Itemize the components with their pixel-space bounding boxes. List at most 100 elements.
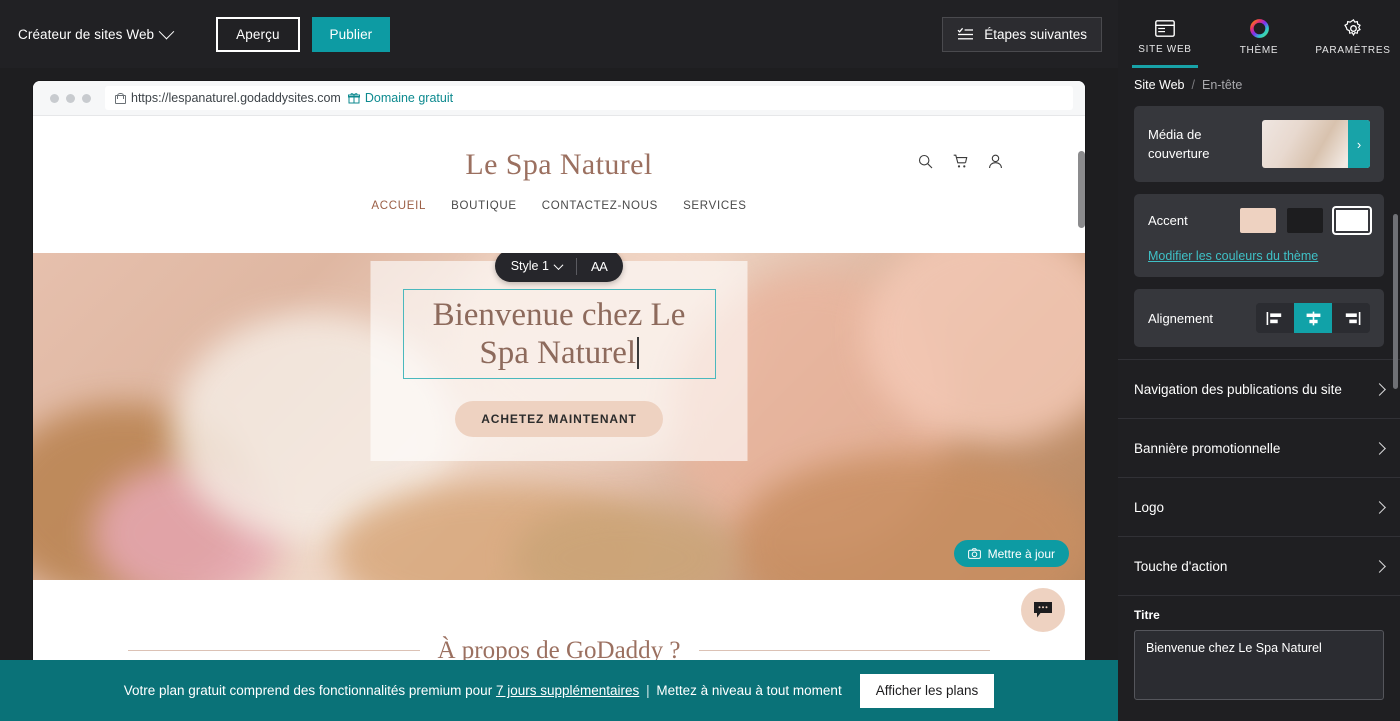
chevron-down-icon	[553, 259, 564, 270]
text-style-toolbar: Style 1 AA	[494, 253, 624, 282]
section-label: Logo	[1134, 499, 1165, 515]
search-icon[interactable]	[918, 154, 933, 169]
hero-title-edit-box[interactable]: Bienvenue chez Le Spa Naturel	[402, 289, 716, 379]
sidebar-tabs: SITE WEB THÈME PARAMÈTRES	[1118, 0, 1400, 68]
cover-media-thumbnail[interactable]: ›	[1261, 120, 1370, 168]
preview-scrollbar-thumb[interactable]	[1078, 151, 1085, 228]
site-nav: ACCUEIL BOUTIQUE CONTACTEZ-NOUS SERVICES	[371, 200, 746, 212]
title-field-label: Titre	[1134, 608, 1160, 622]
promo-message: Votre plan gratuit comprend des fonction…	[124, 683, 842, 698]
editor-area: Créateur de sites Web Aperçu Publier Éta…	[0, 0, 1118, 721]
alignment-button-group	[1256, 303, 1370, 333]
sidebar-accordion: Navigation des publications du site Bann…	[1118, 359, 1400, 596]
tab-theme[interactable]: THÈME	[1212, 0, 1306, 68]
site-nav-item-contactez-nous[interactable]: CONTACTEZ-NOUS	[542, 200, 658, 212]
breadcrumb-separator: /	[1191, 78, 1195, 92]
style-selector[interactable]: Style 1	[510, 259, 564, 273]
edit-theme-colors-link[interactable]: Modifier les couleurs du thème	[1148, 249, 1370, 263]
preview-scrollbar[interactable]	[1078, 151, 1085, 721]
breadcrumb-current: En-tête	[1201, 78, 1243, 92]
toolbar-right-group: Étapes suivantes	[942, 16, 1102, 52]
site-nav-item-boutique[interactable]: BOUTIQUE	[451, 200, 517, 212]
align-left-button[interactable]	[1256, 303, 1294, 333]
camera-icon	[967, 548, 981, 559]
cover-media-card: Média de couverture ›	[1134, 106, 1384, 182]
window-dot	[66, 93, 75, 103]
promo-text-after: Mettez à niveau à tout moment	[656, 683, 842, 698]
promo-days-link[interactable]: 7 jours supplémentaires	[496, 683, 639, 698]
section-touche-daction[interactable]: Touche d'action	[1118, 537, 1400, 596]
align-center-button[interactable]	[1294, 303, 1332, 333]
accent-row: Accent	[1148, 208, 1370, 233]
section-banniere-promotionnelle[interactable]: Bannière promotionnelle	[1118, 419, 1400, 478]
update-label: Mettre à jour	[987, 546, 1055, 561]
accent-swatches	[1240, 208, 1370, 233]
checklist-icon	[957, 27, 974, 41]
free-domain-link[interactable]: Domaine gratuit	[347, 91, 453, 105]
chat-bubble-icon	[1033, 601, 1053, 619]
hero-section: Style 1 AA Bienvenue chez Le Spa Naturel…	[33, 253, 1085, 580]
alignment-card: Alignement	[1134, 289, 1384, 347]
chevron-right-icon	[1373, 441, 1386, 455]
cart-icon[interactable]	[953, 154, 968, 169]
sidebar-scrollbar-thumb[interactable]	[1393, 214, 1398, 389]
tab-site-web-label: SITE WEB	[1138, 43, 1192, 55]
hero-title: Bienvenue chez Le Spa Naturel	[432, 297, 686, 371]
style-label: Style 1	[510, 259, 549, 273]
sidebar-scrollbar[interactable]	[1393, 214, 1398, 721]
align-right-button[interactable]	[1332, 303, 1370, 333]
section-navigation-publications[interactable]: Navigation des publications du site	[1118, 360, 1400, 419]
section-label: Bannière promotionnelle	[1134, 440, 1281, 456]
browser-mock: https://lespanaturel.godaddysites.com Do…	[33, 81, 1085, 721]
chat-widget-button[interactable]	[1021, 588, 1065, 632]
hero-cta-button[interactable]: ACHETEZ MAINTENANT	[455, 401, 663, 437]
window-dot	[50, 93, 59, 103]
accent-swatch-peach[interactable]	[1240, 208, 1276, 233]
cover-media-row: Média de couverture ›	[1148, 120, 1370, 168]
site-nav-item-services[interactable]: SERVICES	[683, 200, 747, 212]
window-control-dots	[50, 93, 91, 103]
hero-title-text-wrapper: Bienvenue chez Le Spa Naturel	[412, 296, 707, 372]
publish-button[interactable]: Publier	[311, 16, 391, 52]
chevron-right-icon	[1373, 382, 1386, 396]
chevron-right-icon	[1373, 559, 1386, 573]
brand-label: Créateur de sites Web	[18, 26, 155, 42]
account-icon[interactable]	[988, 154, 1003, 169]
breadcrumb-root[interactable]: Site Web	[1134, 78, 1185, 92]
app-root: Créateur de sites Web Aperçu Publier Éta…	[0, 0, 1400, 721]
section-label: Touche d'action	[1134, 558, 1228, 574]
title-field-input[interactable]	[1134, 630, 1384, 700]
tab-theme-label: THÈME	[1239, 44, 1279, 56]
alignment-row: Alignement	[1148, 303, 1370, 333]
chevron-down-icon	[158, 23, 175, 39]
site-nav-item-accueil[interactable]: ACCUEIL	[371, 200, 426, 212]
chevron-right-icon	[1373, 500, 1386, 514]
tab-site-web[interactable]: SITE WEB	[1118, 0, 1212, 68]
chevron-right-icon[interactable]: ›	[1348, 120, 1370, 168]
site-preview: Le Spa Naturel ACCUEIL BOUTIQUE CONTACTE…	[33, 116, 1085, 721]
view-plans-button[interactable]: Afficher les plans	[859, 673, 995, 708]
accent-label: Accent	[1148, 213, 1188, 228]
right-sidebar: SITE WEB THÈME PARAMÈTRES Site Web / En-…	[1118, 0, 1400, 721]
tab-parametres-label: PARAMÈTRES	[1315, 44, 1391, 56]
promo-separator: |	[646, 683, 650, 698]
site-header-icons	[918, 154, 1003, 169]
text-caret	[637, 337, 639, 369]
tab-parametres[interactable]: PARAMÈTRES	[1306, 0, 1400, 68]
font-size-button[interactable]: AA	[591, 259, 608, 274]
site-logo: Le Spa Naturel	[465, 148, 653, 181]
next-steps-button[interactable]: Étapes suivantes	[942, 16, 1102, 52]
toolbar-divider	[575, 257, 577, 275]
gift-icon	[347, 92, 360, 104]
divider-right	[698, 650, 991, 651]
preview-button[interactable]: Aperçu	[216, 16, 300, 52]
accent-swatch-white-selected[interactable]	[1334, 208, 1370, 233]
update-media-button[interactable]: Mettre à jour	[953, 540, 1069, 567]
address-bar[interactable]: https://lespanaturel.godaddysites.com Do…	[105, 86, 1073, 110]
theme-color-wheel-icon	[1249, 18, 1269, 38]
accent-swatch-black[interactable]	[1287, 208, 1323, 233]
section-logo[interactable]: Logo	[1118, 478, 1400, 537]
browser-chrome-bar: https://lespanaturel.godaddysites.com Do…	[33, 81, 1085, 116]
brand-menu[interactable]: Créateur de sites Web	[18, 23, 175, 42]
cover-media-label: Média de couverture	[1148, 127, 1210, 161]
